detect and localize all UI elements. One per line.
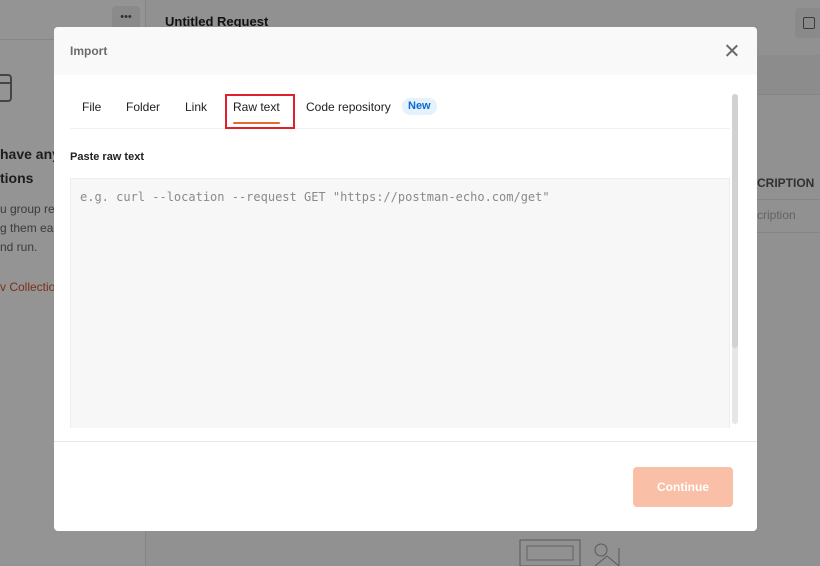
raw-text-input[interactable] bbox=[70, 178, 730, 428]
raw-text-label: Paste raw text bbox=[70, 151, 144, 163]
tab-code-repository[interactable]: Code repository bbox=[306, 100, 391, 114]
close-icon[interactable] bbox=[722, 41, 742, 61]
continue-button[interactable]: Continue bbox=[633, 467, 733, 507]
scrollbar-thumb[interactable] bbox=[732, 94, 738, 348]
highlight-box bbox=[225, 94, 295, 129]
modal-title: Import bbox=[70, 44, 108, 58]
import-tabs: File Folder Link Raw text Code repositor… bbox=[70, 91, 730, 129]
tab-folder[interactable]: Folder bbox=[126, 100, 160, 114]
tab-link[interactable]: Link bbox=[185, 100, 207, 114]
modal-header: Import bbox=[54, 27, 757, 75]
tab-file[interactable]: File bbox=[82, 100, 101, 114]
new-badge: New bbox=[402, 98, 437, 115]
import-modal: Import File Folder Link Raw text Code re… bbox=[54, 27, 757, 531]
footer-divider bbox=[54, 441, 757, 442]
